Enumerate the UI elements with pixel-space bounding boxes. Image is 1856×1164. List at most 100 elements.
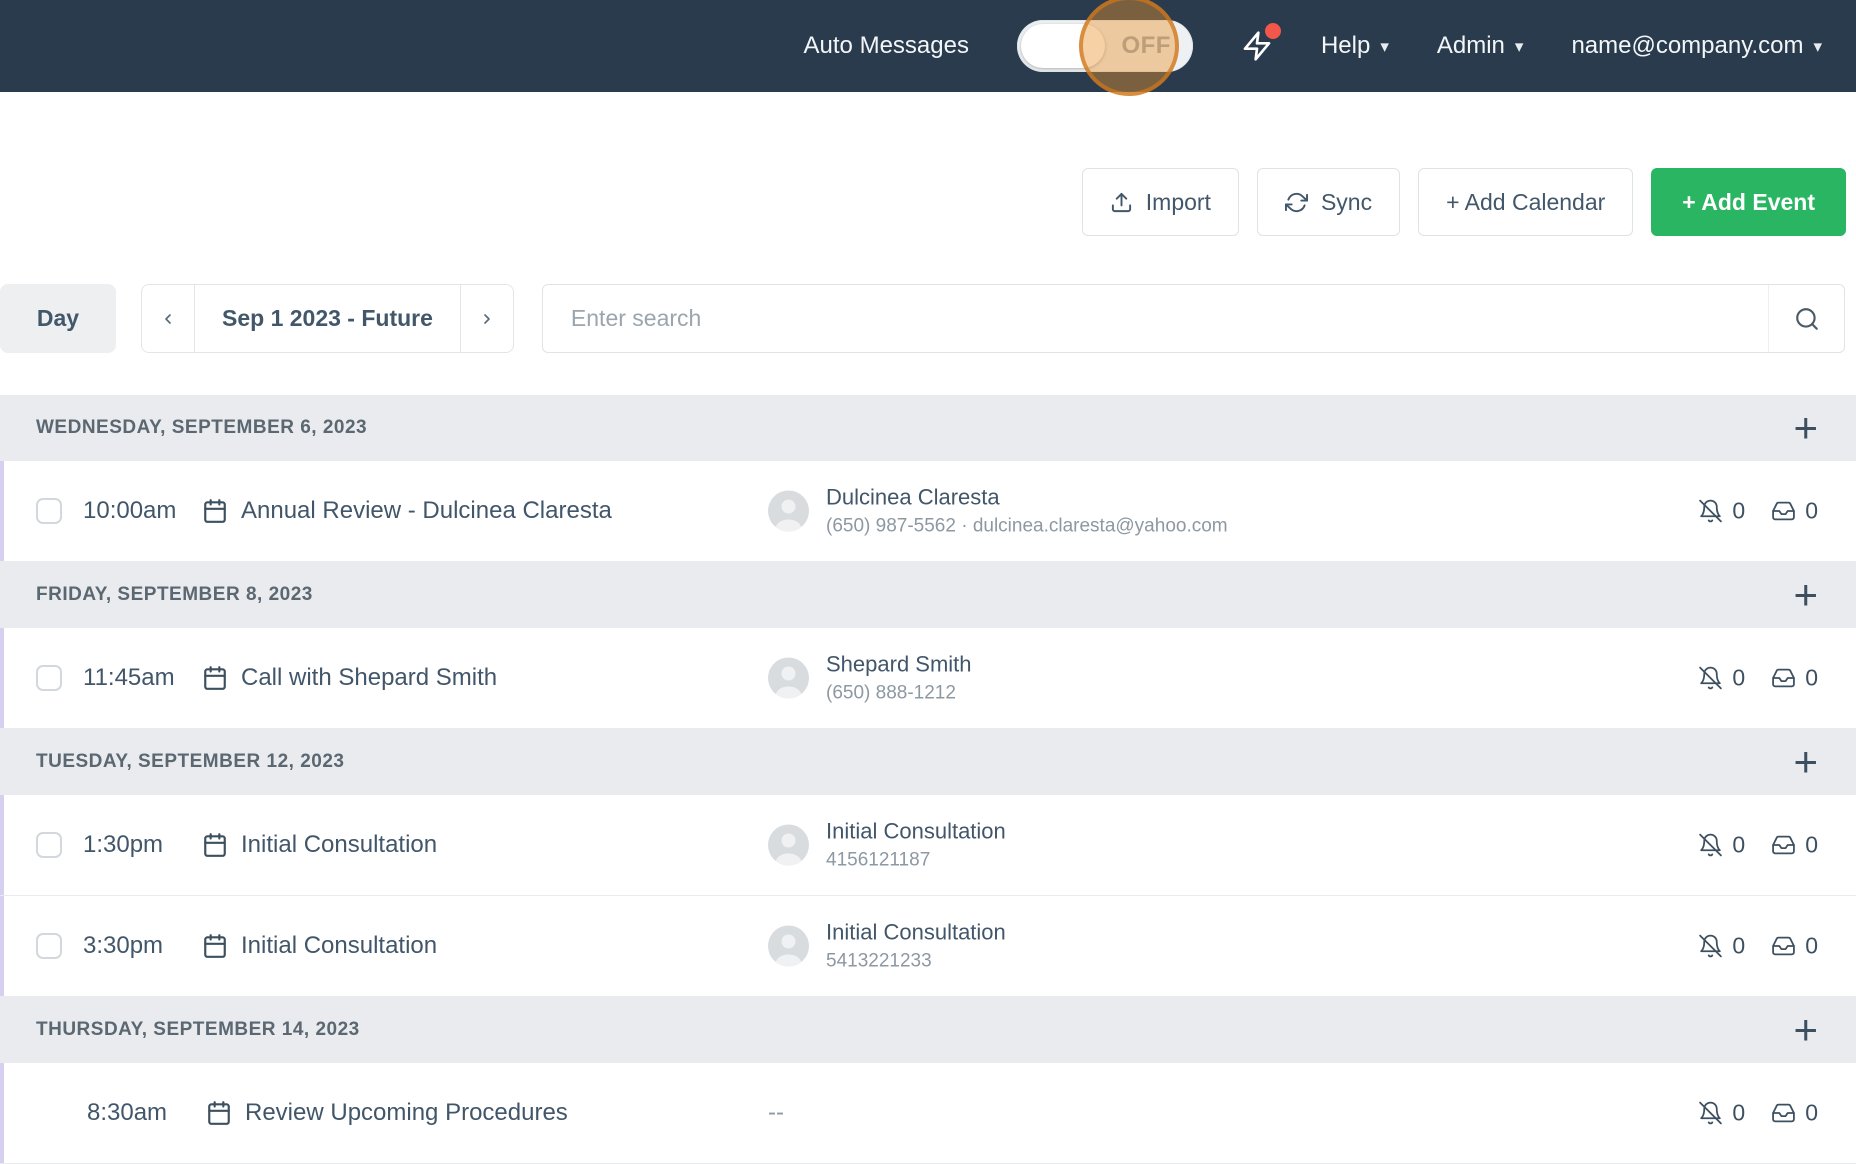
- message-stat: 0: [1771, 665, 1818, 692]
- notification-stat: 0: [1698, 665, 1745, 692]
- account-menu[interactable]: name@company.com ▾: [1571, 32, 1822, 60]
- help-menu[interactable]: Help ▾: [1321, 32, 1389, 60]
- notification-count: 0: [1732, 665, 1745, 692]
- calendar-icon: [202, 933, 228, 959]
- bell-off-icon: [1698, 666, 1723, 691]
- event-checkbox[interactable]: [36, 498, 62, 524]
- event-contact: Initial Consultation 4156121187: [768, 819, 1006, 872]
- event-row[interactable]: 10:00am Annual Review - Dulcinea Clarest…: [0, 461, 1856, 562]
- event-time: 11:45am: [83, 664, 202, 692]
- view-day-button[interactable]: Day: [0, 284, 116, 353]
- avatar: [768, 491, 809, 532]
- notification-count: 0: [1732, 933, 1745, 960]
- auto-messages-label: Auto Messages: [804, 32, 969, 60]
- day-header: FRIDAY, SEPTEMBER 8, 2023 +: [0, 562, 1856, 628]
- event-checkbox[interactable]: [36, 933, 62, 959]
- notifications-button[interactable]: [1241, 30, 1273, 62]
- contact-name: Shepard Smith: [826, 652, 972, 678]
- day-header-title: TUESDAY, SEPTEMBER 12, 2023: [36, 751, 344, 773]
- date-navigator: Sep 1 2023 - Future: [141, 284, 514, 353]
- inbox-icon: [1771, 833, 1796, 858]
- event-title[interactable]: Review Upcoming Procedures: [245, 1099, 568, 1127]
- message-stat: 0: [1771, 498, 1818, 525]
- event-checkbox[interactable]: [36, 665, 62, 691]
- notification-dot: [1265, 23, 1281, 39]
- bell-off-icon: [1698, 833, 1723, 858]
- filter-row: Day Sep 1 2023 - Future: [0, 284, 1856, 353]
- event-row[interactable]: 11:45am Call with Shepard Smith Shepard …: [0, 628, 1856, 729]
- import-button[interactable]: Import: [1082, 168, 1239, 236]
- admin-menu[interactable]: Admin ▾: [1437, 32, 1524, 60]
- chevron-down-icon: ▾: [1813, 38, 1822, 55]
- add-event-plus-icon[interactable]: +: [1793, 745, 1818, 779]
- next-date-button[interactable]: [461, 285, 513, 352]
- event-contact: --: [768, 1099, 784, 1127]
- day-header-title: THURSDAY, SEPTEMBER 14, 2023: [36, 1019, 360, 1041]
- message-stat: 0: [1771, 832, 1818, 859]
- day-section: FRIDAY, SEPTEMBER 8, 2023 + 11:45am Call…: [0, 562, 1856, 729]
- calendar-icon: [202, 665, 228, 691]
- search-input[interactable]: [543, 285, 1768, 352]
- message-count: 0: [1805, 832, 1818, 859]
- search-button[interactable]: [1768, 285, 1844, 352]
- event-title[interactable]: Initial Consultation: [241, 932, 437, 960]
- event-row[interactable]: 1:30pm Initial Consultation Initial Cons…: [0, 795, 1856, 896]
- help-label: Help: [1321, 32, 1370, 60]
- notification-count: 0: [1732, 1100, 1745, 1127]
- message-count: 0: [1805, 1100, 1818, 1127]
- event-stats: 0 0: [1698, 665, 1818, 692]
- contact-detail: 4156121187: [826, 850, 1006, 872]
- chevron-down-icon: ▾: [1515, 38, 1524, 55]
- event-title[interactable]: Annual Review - Dulcinea Claresta: [241, 497, 612, 525]
- view-day-label: Day: [37, 305, 79, 332]
- notification-stat: 0: [1698, 498, 1745, 525]
- account-email: name@company.com: [1571, 32, 1803, 60]
- day-header-title: WEDNESDAY, SEPTEMBER 6, 2023: [36, 417, 367, 439]
- contact-name: Initial Consultation: [826, 819, 1006, 845]
- event-time: 8:30am: [87, 1099, 206, 1127]
- message-count: 0: [1805, 665, 1818, 692]
- event-stats: 0 0: [1698, 498, 1818, 525]
- contact-detail: (650) 987-5562 · dulcinea.claresta@yahoo…: [826, 516, 1228, 538]
- sync-button[interactable]: Sync: [1257, 168, 1400, 236]
- prev-date-button[interactable]: [142, 285, 194, 352]
- event-time: 3:30pm: [83, 932, 202, 960]
- topbar: Auto Messages OFF Help ▾ Admin ▾ name@co…: [0, 0, 1856, 92]
- bell-off-icon: [1698, 499, 1723, 524]
- event-contact: Shepard Smith (650) 888-1212: [768, 652, 972, 705]
- add-event-button[interactable]: + Add Event: [1651, 168, 1846, 236]
- sync-icon: [1285, 191, 1308, 214]
- add-event-plus-icon[interactable]: +: [1793, 1013, 1818, 1047]
- add-calendar-button[interactable]: + Add Calendar: [1418, 168, 1633, 236]
- import-label: Import: [1146, 189, 1211, 216]
- event-row[interactable]: 8:30am Review Upcoming Procedures -- 0: [0, 1063, 1856, 1164]
- event-checkbox[interactable]: [36, 832, 62, 858]
- notification-stat: 0: [1698, 832, 1745, 859]
- event-stats: 0 0: [1698, 933, 1818, 960]
- notification-count: 0: [1732, 832, 1745, 859]
- inbox-icon: [1771, 1101, 1796, 1126]
- day-section: THURSDAY, SEPTEMBER 14, 2023 + 8:30am Re…: [0, 997, 1856, 1164]
- event-row[interactable]: 3:30pm Initial Consultation Initial Cons…: [0, 896, 1856, 997]
- notification-count: 0: [1732, 498, 1745, 525]
- avatar: [768, 658, 809, 699]
- upload-icon: [1110, 191, 1133, 214]
- event-time: 10:00am: [83, 497, 202, 525]
- add-event-plus-icon[interactable]: +: [1793, 411, 1818, 445]
- event-title[interactable]: Call with Shepard Smith: [241, 664, 497, 692]
- event-stats: 0 0: [1698, 1100, 1818, 1127]
- event-title[interactable]: Initial Consultation: [241, 831, 437, 859]
- auto-messages-toggle[interactable]: OFF: [1017, 20, 1193, 72]
- date-range-label: Sep 1 2023 - Future: [194, 285, 461, 352]
- event-contact: Dulcinea Claresta (650) 987-5562 · dulci…: [768, 485, 1228, 538]
- message-count: 0: [1805, 933, 1818, 960]
- calendar-toolbar: Import Sync + Add Calendar + Add Event: [0, 92, 1856, 236]
- search-icon: [1794, 306, 1820, 332]
- add-event-plus-icon[interactable]: +: [1793, 578, 1818, 612]
- admin-label: Admin: [1437, 32, 1505, 60]
- day-section: WEDNESDAY, SEPTEMBER 6, 2023 + 10:00am A…: [0, 395, 1856, 562]
- event-contact: Initial Consultation 5413221233: [768, 920, 1006, 973]
- chevron-down-icon: ▾: [1380, 38, 1389, 55]
- toggle-state-label: OFF: [1121, 32, 1171, 60]
- contact-placeholder: --: [768, 1099, 784, 1127]
